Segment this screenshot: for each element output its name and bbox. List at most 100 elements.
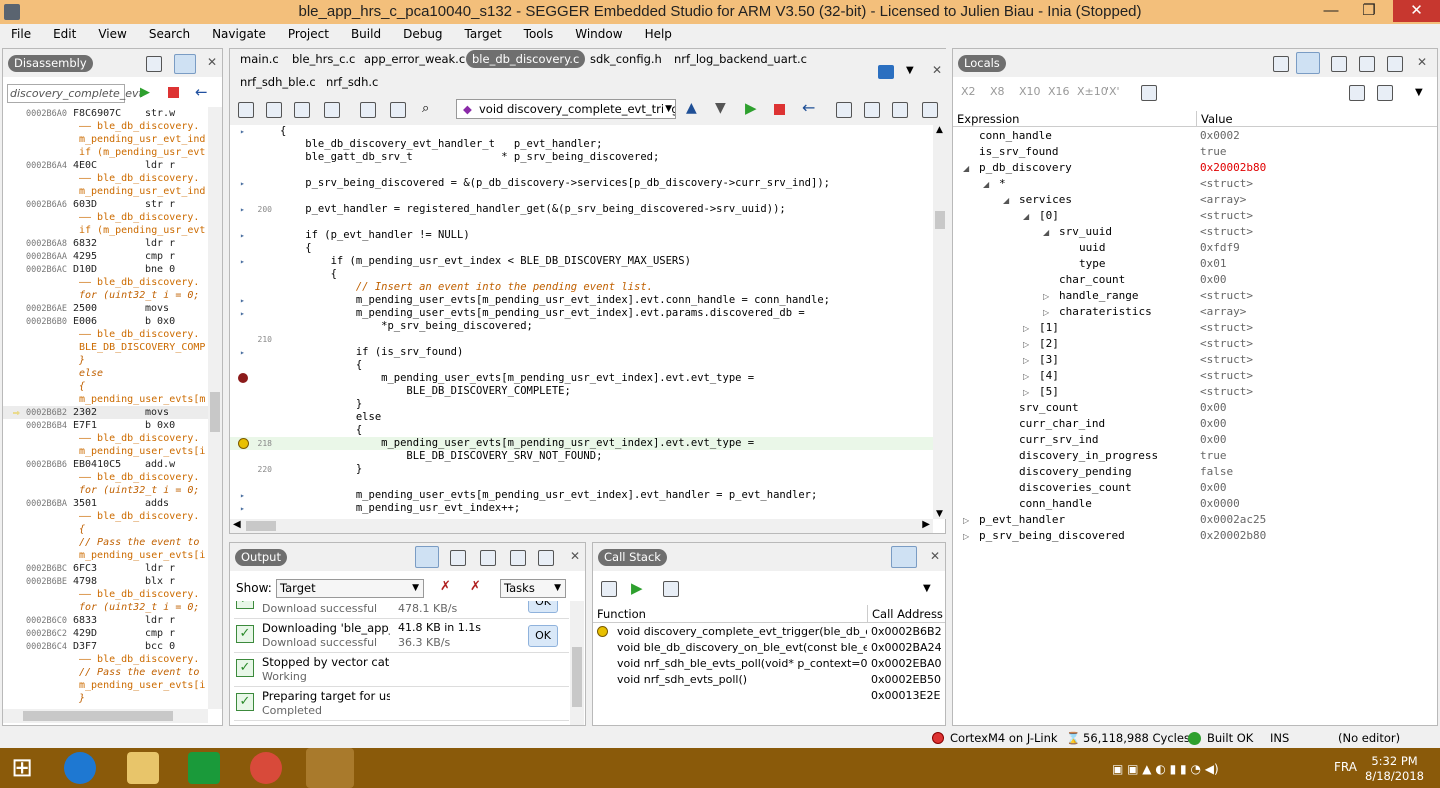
chevron-down-icon[interactable]: ▼ — [906, 65, 914, 76]
disassembly-instruction[interactable]: 0002B6BA 3501 adds — [3, 497, 208, 510]
chrome-icon[interactable] — [250, 752, 282, 784]
code-line[interactable]: ble_db_discovery_evt_handler_t p_evt_han… — [230, 138, 933, 151]
code-line[interactable]: ble_gatt_db_srv_t * p_srv_being_discover… — [230, 151, 933, 164]
disassembly-source-line[interactable]: —— ble_db_discovery. — [3, 510, 208, 523]
disassembly-instruction[interactable]: 0002B6A0 F8C6907C str.w — [3, 107, 208, 120]
disassembly-instruction[interactable]: 0002B6A4 4E0C ldr r — [3, 159, 208, 172]
locals-row[interactable]: char_count 0x00 — [953, 272, 1437, 288]
expression-column[interactable]: Expression — [957, 111, 1019, 127]
build-status[interactable]: Built OK — [1207, 729, 1253, 747]
source-mix-icon[interactable] — [174, 54, 196, 74]
code-line[interactable]: ▸ m_pending_usr_evt_index++; — [230, 502, 933, 515]
disassembly-source-line[interactable]: } — [3, 354, 208, 367]
variable-value[interactable]: true — [1200, 144, 1227, 160]
disassembly-instruction[interactable]: 0002B6C2 429D cmp r — [3, 627, 208, 640]
locals-row[interactable]: curr_char_ind 0x00 — [953, 416, 1437, 432]
tab-ble-db-discovery-c[interactable]: ble_db_discovery.c — [466, 50, 586, 68]
memory-icon[interactable] — [1359, 56, 1375, 72]
disassembly-search-input[interactable]: discovery_complete_evt — [7, 84, 143, 103]
file-explorer-icon[interactable] — [127, 752, 159, 784]
output-row[interactable]: ✓ Stopped by vector catch Working — [234, 653, 569, 687]
insert-mode[interactable]: INS — [1270, 729, 1289, 747]
tray-icons[interactable]: ▣ ▣ ▲ ◐ ▮ ▮ ◔ ◀) — [1112, 762, 1219, 776]
locals-row[interactable]: curr_srv_ind 0x00 — [953, 432, 1437, 448]
locals-row[interactable]: ◢ * <struct> — [953, 176, 1437, 192]
callstack-frame[interactable]: void ble_db_discovery_on_ble_evt(const b… — [593, 640, 945, 656]
disassembly-source-line[interactable]: —— ble_db_discovery. — [3, 120, 208, 133]
variable-value[interactable]: <struct> — [1200, 224, 1253, 240]
disassembly-source-line[interactable]: m_pending_usr_evt_ind — [3, 185, 208, 198]
format-button-2[interactable]: X10 — [1019, 85, 1041, 98]
code-line[interactable]: BLE_DB_DISCOVERY_SRV_NOT_FOUND; — [230, 450, 933, 463]
locals-row[interactable]: ▷ [1] <struct> — [953, 320, 1437, 336]
windows-start-icon[interactable]: ⊞ — [6, 752, 38, 784]
step-out-icon[interactable] — [892, 102, 908, 118]
variable-value[interactable]: true — [1200, 448, 1227, 464]
disassembly-source-line[interactable]: if (m_pending_usr_evt — [3, 146, 208, 159]
tab-nrf-log-backend-uart-c[interactable]: nrf_log_backend_uart.c — [668, 50, 813, 68]
function-selector[interactable]: ◆ void discovery_complete_evt_trigger(bl… — [456, 99, 676, 119]
code-line[interactable]: ▸ if (p_evt_handler != NULL) — [230, 229, 933, 242]
disassembly-instruction[interactable]: 0002B6AA 4295 cmp r — [3, 250, 208, 263]
collapse-icon[interactable]: ◢ — [963, 161, 969, 177]
disassembly-source-line[interactable]: m_pending_user_evts[i — [3, 445, 208, 458]
locals-row[interactable]: ◢ services <array> — [953, 192, 1437, 208]
code-line[interactable]: ▸ m_pending_user_evts[m_pending_usr_evt_… — [230, 489, 933, 502]
output-list[interactable]: ✓ Download successful 478.1 KB/s OK ✓ Downloa… — [230, 601, 570, 725]
menu-edit[interactable]: Edit — [42, 24, 87, 44]
code-line[interactable]: BLE_DB_DISCOVERY_COMPLETE; — [230, 385, 933, 398]
save-icon[interactable] — [266, 102, 282, 118]
address-column[interactable]: Call Address — [867, 605, 943, 623]
copy-icon[interactable] — [510, 550, 526, 566]
disassembly-source-line[interactable]: { — [3, 523, 208, 536]
tab-app-error-weak-c[interactable]: app_error_weak.c — [358, 50, 471, 68]
disassembly-source-line[interactable]: —— ble_db_discovery. — [3, 588, 208, 601]
output-row[interactable]: ✓ Download successful 478.1 KB/s OK — [234, 601, 569, 619]
copy-icon[interactable] — [1349, 85, 1365, 101]
tab-sdk-config-h[interactable]: sdk_config.h — [584, 50, 668, 68]
calculator-icon[interactable] — [1141, 85, 1157, 101]
disassembly-source-line[interactable]: if (m_pending_usr_evt — [3, 224, 208, 237]
expand-icon[interactable]: ▷ — [1023, 385, 1029, 401]
collapse-icon[interactable]: ◢ — [1043, 225, 1049, 241]
variable-value[interactable]: 0x01 — [1200, 256, 1227, 272]
disassembly-instruction[interactable]: 0002B6B6 EB0410C5 add.w — [3, 458, 208, 471]
variable-value[interactable]: 0x20002b80 — [1200, 528, 1266, 544]
disassembly-instruction[interactable]: 0002B6A6 603D str r — [3, 198, 208, 211]
disassembly-source-line[interactable]: for (uint32_t i = 0; — [3, 289, 208, 302]
disassembly-instruction[interactable]: ⇨ 0002B6B2 2302 movs — [3, 406, 208, 419]
variable-value[interactable]: 0x0002 — [1200, 128, 1240, 144]
binoculars-icon[interactable] — [480, 550, 496, 566]
expand-icon[interactable]: ▷ — [963, 529, 969, 545]
code-line[interactable]: else — [230, 411, 933, 424]
code-line[interactable]: ▸ if (is_srv_found) — [230, 346, 933, 359]
tab-nrf-sdh-c[interactable]: nrf_sdh.c — [320, 73, 384, 91]
close-icon[interactable]: ✕ — [570, 549, 580, 563]
tasks-select[interactable]: Tasks ▼ — [500, 579, 566, 598]
step-into-icon[interactable] — [836, 102, 852, 118]
menu-view[interactable]: View — [87, 24, 137, 44]
disassembly-instruction[interactable]: 0002B6B4 E7F1 b 0x0 — [3, 419, 208, 432]
code-line[interactable]: 210 — [230, 333, 933, 346]
variable-value[interactable]: 0x0002ac25 — [1200, 512, 1266, 528]
settings-icon[interactable] — [450, 550, 466, 566]
locals-row[interactable]: discovery_pending false — [953, 464, 1437, 480]
go-icon[interactable]: ▶ — [631, 579, 643, 597]
locals-row[interactable]: ▷ [2] <struct> — [953, 336, 1437, 352]
refresh-icon[interactable] — [601, 581, 617, 597]
variable-value[interactable]: <struct> — [1200, 352, 1253, 368]
find-icon[interactable] — [324, 102, 340, 118]
variable-value[interactable]: <struct> — [1200, 336, 1253, 352]
code-line[interactable]: 218 m_pending_user_evts[m_pending_usr_ev… — [230, 437, 933, 450]
code-line[interactable]: 220 } — [230, 463, 933, 476]
format-button-5[interactable]: 'X' — [1106, 85, 1120, 98]
tab-main-c[interactable]: main.c — [234, 50, 285, 68]
chevron-down-icon[interactable]: ▼ — [923, 583, 931, 594]
internet-explorer-icon[interactable] — [64, 752, 96, 784]
run-to-cursor-icon[interactable] — [922, 102, 938, 118]
disassembly-source-line[interactable]: m_pending_user_evts[i — [3, 679, 208, 692]
value-column[interactable]: Value — [1196, 111, 1233, 127]
disassembly-source-line[interactable]: —— ble_db_discovery. — [3, 172, 208, 185]
callstack-frame[interactable]: 0x00013E2E — [593, 688, 945, 704]
language-indicator[interactable]: FRA — [1334, 760, 1357, 774]
